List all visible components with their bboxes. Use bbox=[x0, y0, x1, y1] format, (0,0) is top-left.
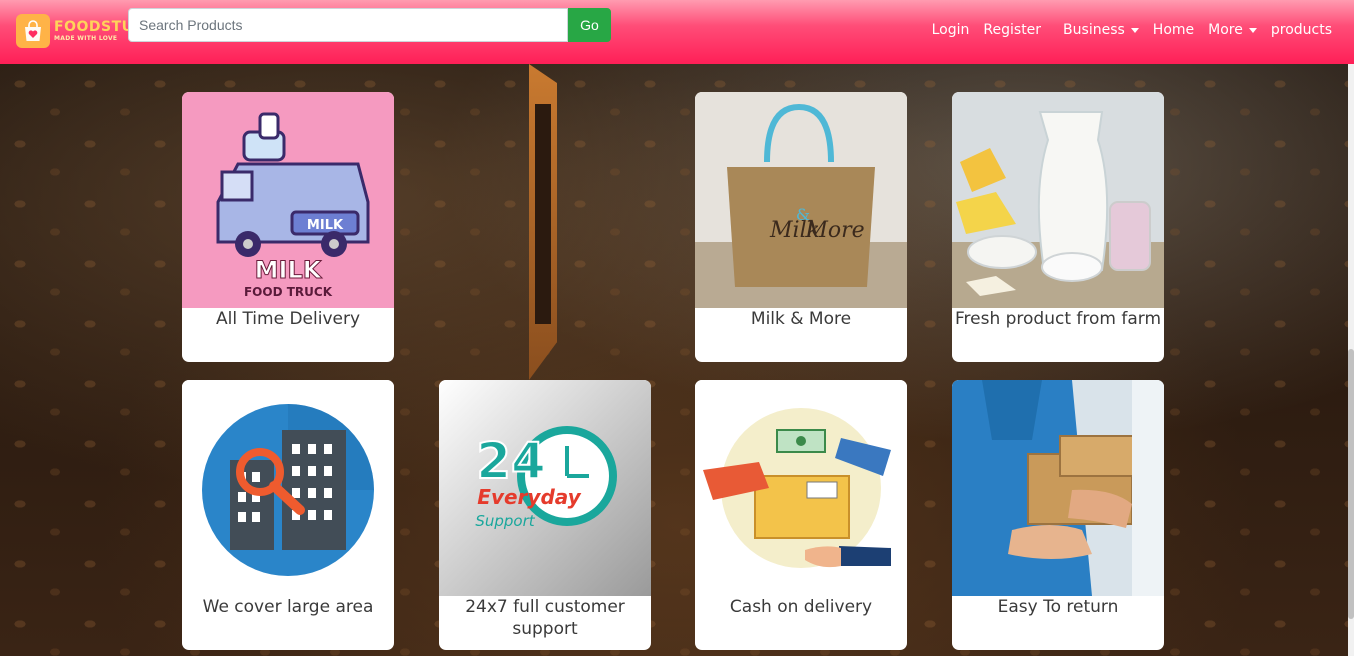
card-easy-return[interactable]: Easy To return bbox=[952, 380, 1164, 650]
nav-business-label: Business bbox=[1063, 22, 1125, 38]
card-customer-support[interactable]: 24 Everyday Support 24x7 full customer s… bbox=[439, 380, 651, 650]
nav-products-label: products bbox=[1270, 22, 1332, 38]
search-form: Go bbox=[128, 8, 611, 42]
card-title: Fresh product from farm bbox=[954, 309, 1162, 329]
go-button[interactable]: Go bbox=[568, 8, 611, 42]
support-everyday-text: Everyday bbox=[477, 485, 581, 509]
card-fresh-product[interactable]: Fresh product from farm bbox=[952, 92, 1164, 362]
nav-login-label: Login bbox=[931, 22, 970, 38]
nav-home[interactable]: Home bbox=[1153, 22, 1194, 38]
card-title: All Time Delivery bbox=[215, 309, 361, 329]
building-search-icon bbox=[182, 380, 394, 596]
brand-logo[interactable]: FOODSTUF MADE WITH LOVE bbox=[16, 14, 144, 48]
card-title: Cash on delivery bbox=[729, 597, 873, 617]
cash-on-delivery-illustration bbox=[695, 380, 907, 596]
dairy-products-image bbox=[952, 92, 1164, 308]
card-title: Easy To return bbox=[997, 597, 1119, 617]
nav-business-dropdown[interactable]: Business bbox=[1063, 22, 1139, 38]
card-all-time-delivery[interactable]: MILK MILK FOOD TRUCK All Time Delivery bbox=[182, 92, 394, 362]
card-large-area[interactable]: We cover large area bbox=[182, 380, 394, 650]
milk-title-text: MILK bbox=[255, 256, 323, 284]
nav-links: Login Register Business Home More produc… bbox=[918, 22, 1332, 38]
scrollbar-thumb[interactable] bbox=[1348, 349, 1354, 619]
bag-more-text: More bbox=[804, 218, 864, 243]
caret-down-icon bbox=[1130, 27, 1139, 33]
24-everyday-support-image: 24 Everyday Support bbox=[439, 380, 651, 596]
nav-register[interactable]: Register bbox=[983, 22, 1041, 38]
nav-more-label: More bbox=[1208, 22, 1243, 38]
card-title: Milk & More bbox=[750, 309, 852, 329]
nav-products[interactable]: products bbox=[1271, 22, 1332, 38]
card-milk-and-more[interactable]: Milk & More Milk & More bbox=[695, 92, 907, 362]
truck-side-label: MILK bbox=[307, 218, 344, 233]
nav-home-label: Home bbox=[1152, 22, 1195, 38]
shopping-bag-heart-icon bbox=[16, 14, 50, 48]
milk-food-truck-image: MILK MILK FOOD TRUCK bbox=[182, 92, 394, 308]
nav-more-dropdown[interactable]: More bbox=[1208, 22, 1257, 38]
card-title: 24x7 full customer support bbox=[465, 597, 625, 639]
card-cash-on-delivery[interactable]: Cash on delivery bbox=[695, 380, 907, 650]
nav-register-label: Register bbox=[983, 22, 1042, 38]
package-handover-photo bbox=[952, 380, 1164, 596]
food-truck-text: FOOD TRUCK bbox=[244, 285, 333, 299]
support-24-text: 24 bbox=[476, 432, 546, 490]
search-input[interactable] bbox=[128, 8, 568, 42]
navbar: FOODSTUF MADE WITH LOVE Go Login Registe… bbox=[0, 0, 1354, 64]
card-title: We cover large area bbox=[202, 597, 374, 617]
support-text: Support bbox=[475, 512, 535, 530]
page-scrollbar[interactable] bbox=[1348, 64, 1354, 656]
nav-login[interactable]: Login bbox=[932, 22, 970, 38]
jute-bag-image: Milk & More bbox=[695, 92, 907, 308]
caret-down-icon bbox=[1248, 27, 1257, 33]
rotating-card-panel bbox=[529, 64, 557, 380]
